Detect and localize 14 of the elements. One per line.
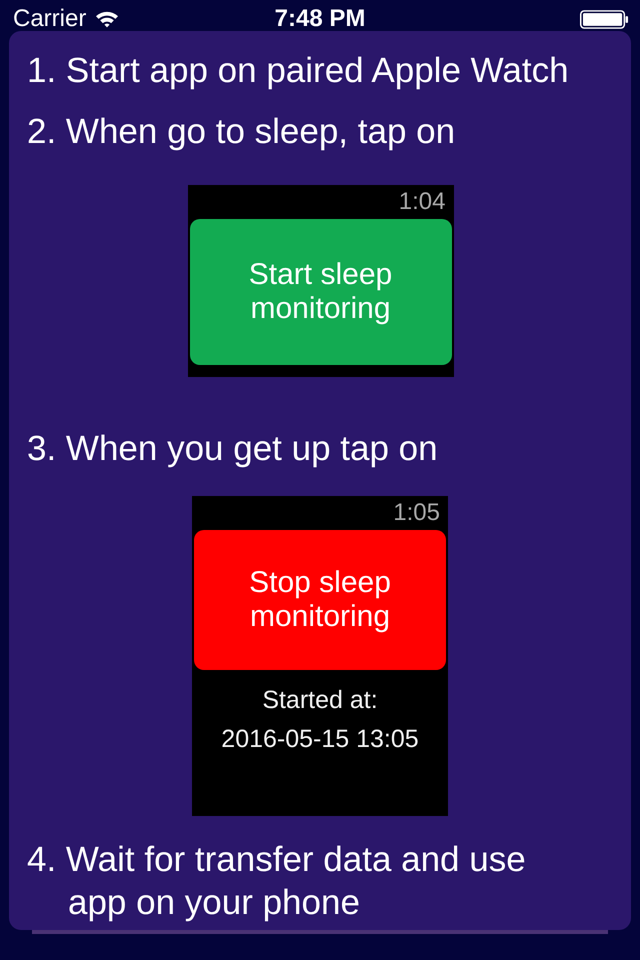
watch-detail-text: 2016-05-15 13:05 (221, 725, 419, 754)
wifi-icon (95, 10, 120, 28)
monitoring-tile: Stop sleep monitoring (194, 530, 446, 670)
step-text: 1. Start app on paired Apple Watch (27, 50, 569, 92)
status-time: 7:48 PM (274, 7, 366, 31)
monitoring-tile: Start sleep monitoring (190, 219, 452, 365)
step-text: 4. Wait for transfer data and use app on your phone (27, 839, 527, 924)
watch-detail-text: Started at: (262, 686, 378, 715)
step-text: 2. When go to sleep, tap on (27, 111, 456, 153)
watch-time: 1:05 (393, 500, 440, 526)
battery-icon (580, 10, 629, 28)
watch-time: 1:04 (398, 189, 446, 215)
step-text: 3. When you get up tap on (27, 428, 438, 470)
carrier-name: Carrier (13, 7, 86, 31)
